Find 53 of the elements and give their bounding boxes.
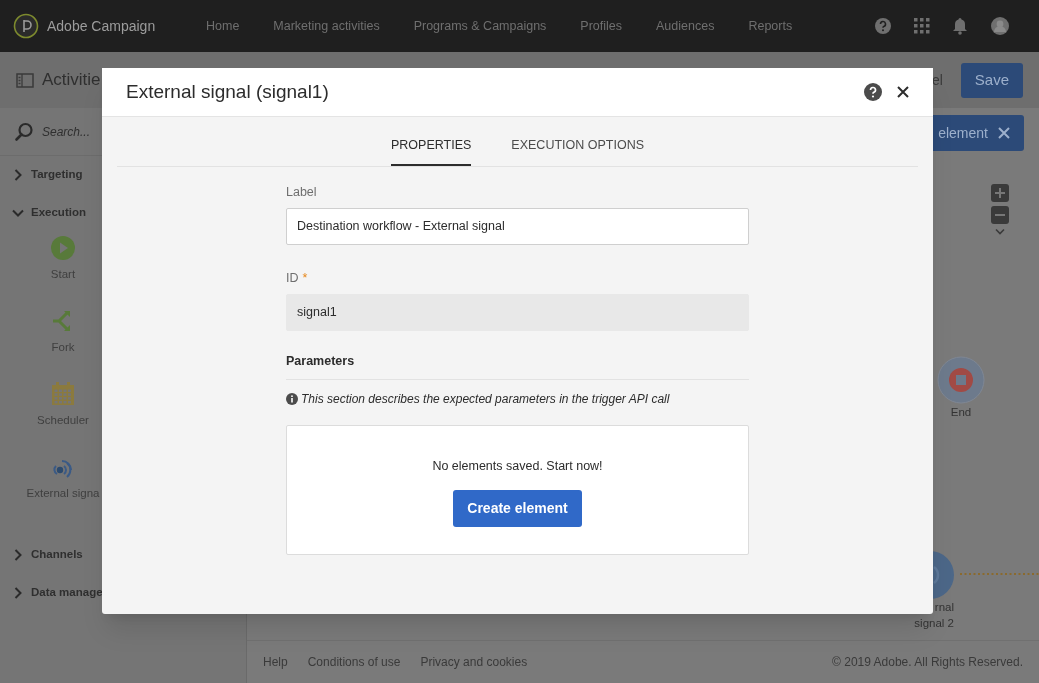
info-icon: [286, 393, 298, 406]
help-icon: [874, 17, 892, 35]
node-label: signal 2: [914, 616, 954, 631]
close-icon: [897, 86, 909, 98]
category-label[interactable]: Execution: [31, 204, 86, 222]
calendar-icon: [51, 382, 75, 406]
empty-message: No elements saved. Start now!: [432, 458, 603, 476]
logo-icon: [13, 13, 39, 39]
play-icon: [51, 236, 75, 260]
save-button[interactable]: Save: [960, 62, 1023, 98]
nav-link[interactable]: Audiences: [656, 16, 715, 36]
node-label: End: [950, 405, 972, 420]
panel-icon: [16, 72, 34, 88]
search-field[interactable]: Search...: [42, 122, 222, 141]
tab[interactable]: PROPERTIES: [391, 126, 472, 166]
brand-name: Adobe Campaign: [47, 16, 157, 36]
help-icon: [864, 83, 882, 101]
bell-icon: [952, 17, 968, 35]
chevron-down-icon: [995, 228, 1005, 236]
zoom-out-button[interactable]: [991, 206, 1009, 224]
category-label[interactable]: Targeting: [31, 166, 83, 184]
category-label[interactable]: Data manage: [31, 584, 103, 602]
nav-link[interactable]: Reports: [748, 16, 793, 36]
create-element-button[interactable]: Create element: [453, 490, 582, 527]
info-text: This section describes the expected parameters in the trigger API call: [301, 391, 670, 409]
category-label[interactable]: Channels: [31, 546, 83, 564]
footer-link[interactable]: Conditions of use: [307, 653, 401, 671]
page-title: Activitie: [42, 69, 101, 92]
footer-link[interactable]: Help: [263, 653, 288, 671]
tab[interactable]: EXECUTION OPTIONS: [511, 126, 644, 166]
nav-link[interactable]: Home: [206, 16, 240, 36]
close-icon: [998, 127, 1010, 139]
copyright-text: © 2019 Adobe. All Rights Reserved.: [832, 654, 1023, 671]
zoom-in-button[interactable]: [991, 184, 1009, 202]
field-label: Label: [286, 184, 317, 201]
nav-link[interactable]: Profiles: [580, 16, 623, 36]
plus-icon: [994, 187, 1006, 199]
nav-link[interactable]: Marketing activities: [273, 16, 380, 36]
id-field[interactable]: signal1: [286, 293, 749, 331]
field-label: ID: [286, 269, 299, 287]
nav-link[interactable]: Programs & Campaigns: [413, 16, 547, 36]
section-title: Parameters: [286, 351, 749, 381]
node-label: rnal: [934, 600, 954, 615]
stop-node-icon: [937, 356, 985, 404]
dialog-title: External signal (signal1): [126, 79, 329, 104]
required-mark: *: [302, 269, 308, 287]
search-icon: [14, 121, 34, 142]
apps-grid-icon: [914, 18, 930, 34]
footer-link[interactable]: Privacy and cookies: [420, 653, 528, 671]
help-button[interactable]: [864, 83, 882, 101]
label-field[interactable]: Destination workflow - External signal: [286, 207, 749, 245]
avatar-icon: [990, 16, 1010, 36]
close-button[interactable]: [897, 86, 909, 98]
